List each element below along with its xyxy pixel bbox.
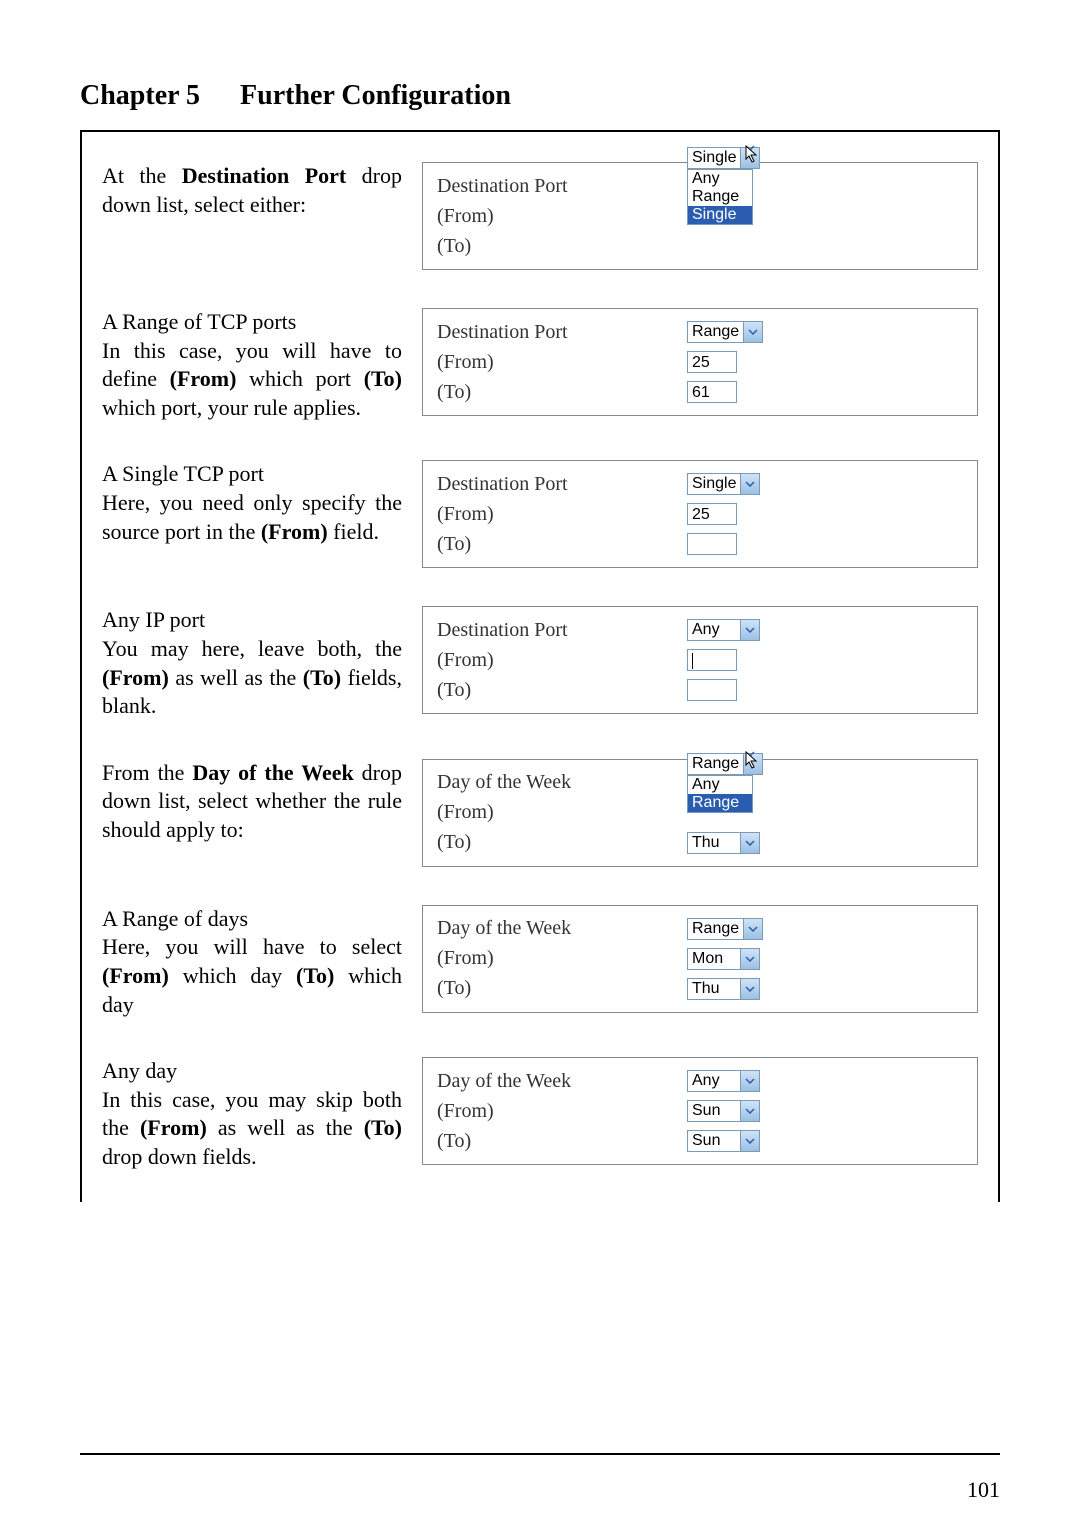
to-dropdown[interactable]: Sun [687, 1130, 760, 1152]
row-description: Any IP portYou may here, leave both, the… [102, 606, 422, 720]
chevron-down-icon[interactable] [740, 1131, 759, 1151]
chapter-header: Chapter 5 Further Configuration [80, 80, 1000, 112]
to-label: (To) [437, 831, 687, 854]
list-item[interactable]: Range [688, 188, 752, 206]
chevron-down-icon[interactable] [740, 1101, 759, 1121]
page-number: 101 [967, 1477, 1000, 1503]
doc-row: From the Day of the Week drop down list,… [102, 759, 978, 867]
from-label: (From) [437, 205, 687, 228]
chevron-down-icon[interactable] [740, 833, 759, 853]
from-label: (From) [437, 947, 687, 970]
content-frame: At the Destination Port drop down list, … [80, 132, 1000, 1202]
from-label: (From) [437, 1100, 687, 1123]
main-dropdown-value: Any [688, 620, 740, 640]
to-label: (To) [437, 235, 687, 258]
to-input[interactable] [687, 679, 737, 701]
to-dropdown-value: Sun [688, 1131, 740, 1151]
from-input[interactable]: 25 [687, 351, 737, 373]
from-label: (From) [437, 801, 687, 824]
main-dropdown-value: Any [688, 1071, 740, 1091]
list-item[interactable]: Range [688, 794, 752, 812]
main-dropdown[interactable]: Range [687, 918, 763, 940]
config-panel: Destination PortRange(From)25(To)61 [422, 308, 978, 416]
bottom-rule [80, 1453, 1000, 1455]
from-label: (From) [437, 351, 687, 374]
doc-row: A Single TCP portHere, you need only spe… [102, 460, 978, 568]
from-input[interactable] [687, 649, 737, 671]
field-label: Day of the Week [437, 1070, 687, 1093]
row-description: A Range of TCP portsIn this case, you wi… [102, 308, 422, 422]
row-description: A Range of daysHere, you will have to se… [102, 905, 422, 1019]
chapter-title: Further Configuration [240, 80, 511, 111]
field-label: Destination Port [437, 321, 687, 344]
main-dropdown-value: Range [688, 919, 743, 939]
main-dropdown-list[interactable]: AnyRange [687, 775, 753, 813]
chevron-down-icon[interactable] [743, 919, 762, 939]
config-panel: Destination PortSingle(From)25(To) [422, 460, 978, 568]
doc-row: At the Destination Port drop down list, … [102, 162, 978, 270]
field-label: Destination Port [437, 175, 687, 198]
field-label: Day of the Week [437, 771, 687, 794]
list-item[interactable]: Any [688, 776, 752, 794]
doc-row: Any IP portYou may here, leave both, the… [102, 606, 978, 720]
from-input[interactable]: 25 [687, 503, 737, 525]
to-dropdown[interactable]: Thu [687, 832, 760, 854]
to-dropdown-value: Thu [688, 979, 740, 999]
main-dropdown-value: Single [688, 474, 740, 494]
chevron-down-icon[interactable] [740, 620, 759, 640]
field-label: Destination Port [437, 619, 687, 642]
main-dropdown-value: Range [688, 322, 743, 342]
config-panel: Destination PortSingleAnyRangeSingle(Fro… [422, 162, 978, 270]
row-description: A Single TCP portHere, you need only spe… [102, 460, 422, 546]
from-dropdown[interactable]: Mon [687, 948, 760, 970]
to-label: (To) [437, 977, 687, 1000]
row-description: Any dayIn this case, you may skip both t… [102, 1057, 422, 1171]
to-label: (To) [437, 679, 687, 702]
doc-row: A Range of TCP portsIn this case, you wi… [102, 308, 978, 422]
to-input[interactable] [687, 533, 737, 555]
config-panel: Day of the WeekRange(From)Mon(To)Thu [422, 905, 978, 1013]
main-dropdown[interactable]: Any [687, 619, 760, 641]
chevron-down-icon[interactable] [740, 1071, 759, 1091]
row-description: At the Destination Port drop down list, … [102, 162, 422, 219]
chevron-down-icon[interactable] [743, 322, 762, 342]
list-item[interactable]: Any [688, 170, 752, 188]
to-label: (To) [437, 533, 687, 556]
doc-row: Any dayIn this case, you may skip both t… [102, 1057, 978, 1171]
doc-row: A Range of daysHere, you will have to se… [102, 905, 978, 1019]
to-label: (To) [437, 1130, 687, 1153]
main-dropdown[interactable]: Single [687, 473, 760, 495]
chevron-down-icon[interactable] [740, 474, 759, 494]
row-description: From the Day of the Week drop down list,… [102, 759, 422, 845]
config-panel: Destination PortAny(From) (To) [422, 606, 978, 714]
config-panel: Day of the WeekAny(From)Sun(To)Sun [422, 1057, 978, 1165]
from-label: (From) [437, 649, 687, 672]
to-input[interactable]: 61 [687, 381, 737, 403]
from-dropdown[interactable]: Sun [687, 1100, 760, 1122]
from-dropdown-value: Mon [688, 949, 740, 969]
main-dropdown[interactable]: Range [687, 321, 763, 343]
to-label: (To) [437, 381, 687, 404]
from-label: (From) [437, 503, 687, 526]
to-dropdown[interactable]: Thu [687, 978, 760, 1000]
from-dropdown-value: Sun [688, 1101, 740, 1121]
chapter-number: Chapter 5 [80, 80, 200, 111]
chevron-down-icon[interactable] [740, 949, 759, 969]
main-dropdown-list[interactable]: AnyRangeSingle [687, 169, 753, 225]
list-item[interactable]: Single [688, 206, 752, 224]
to-dropdown-value: Thu [688, 833, 740, 853]
main-dropdown[interactable]: Any [687, 1070, 760, 1092]
main-dropdown-value: Single [688, 148, 740, 168]
field-label: Destination Port [437, 473, 687, 496]
config-panel: Day of the WeekRangeAnyRange(From) (To)Th… [422, 759, 978, 867]
field-label: Day of the Week [437, 917, 687, 940]
chevron-down-icon[interactable] [740, 979, 759, 999]
main-dropdown-value: Range [688, 754, 743, 774]
